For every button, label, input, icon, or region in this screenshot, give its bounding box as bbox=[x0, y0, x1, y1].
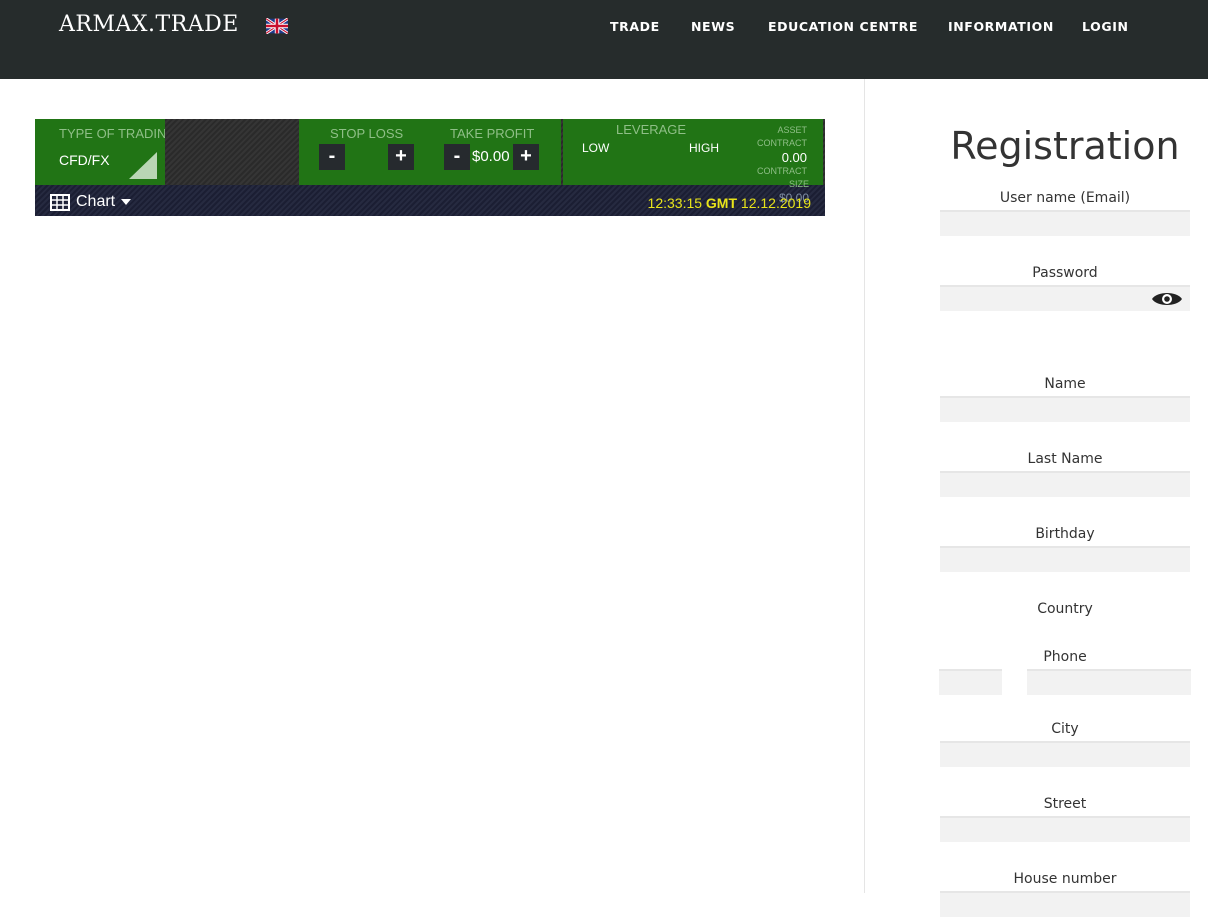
contract-label: CONTRACT bbox=[757, 138, 807, 148]
contract-value: 0.00 bbox=[781, 150, 807, 165]
nav-information[interactable]: INFORMATION bbox=[948, 19, 1054, 34]
take-profit-label: TAKE PROFIT bbox=[450, 126, 535, 141]
last-name-label: Last Name bbox=[1027, 451, 1103, 467]
dropdown-corner-icon bbox=[129, 152, 157, 179]
email-label: User name (Email) bbox=[999, 190, 1131, 206]
contract-size-label: CONTRACT bbox=[757, 166, 807, 176]
uk-flag-icon[interactable] bbox=[266, 18, 288, 34]
type-value: CFD/FX bbox=[59, 152, 110, 168]
street-field[interactable] bbox=[940, 816, 1190, 842]
leverage-low[interactable]: LOW bbox=[582, 141, 609, 155]
divider bbox=[864, 79, 865, 893]
nav-trade[interactable]: TRADE bbox=[610, 19, 660, 34]
caret-down-icon bbox=[121, 199, 132, 205]
date: 12.12.2019 bbox=[740, 195, 811, 211]
timezone: GMT bbox=[705, 195, 738, 211]
chart-menu-button[interactable]: Chart bbox=[50, 193, 132, 211]
widget-bottom-bar: SIZE $0.00 Chart 12:33:15 GMT 12.12.2019 bbox=[35, 179, 825, 216]
take-profit-minus-button[interactable]: - bbox=[444, 144, 470, 170]
asset-label: ASSET bbox=[777, 125, 807, 135]
show-password-eye-icon[interactable] bbox=[1151, 290, 1183, 308]
house-number-field[interactable] bbox=[940, 891, 1190, 917]
type-label: TYPE OF TRADIN bbox=[59, 126, 165, 141]
time: 12:33:15 bbox=[647, 195, 703, 211]
trading-type-select[interactable]: TYPE OF TRADIN CFD/FX bbox=[35, 119, 165, 185]
nav-education-centre[interactable]: EDUCATION CENTRE bbox=[768, 19, 918, 34]
birthday-field[interactable] bbox=[940, 546, 1190, 572]
leverage-label: LEVERAGE bbox=[616, 122, 687, 137]
name-field[interactable] bbox=[940, 396, 1190, 422]
stop-loss-label: STOP LOSS bbox=[330, 126, 404, 141]
phone-code-field[interactable] bbox=[939, 669, 1002, 695]
phone-field[interactable] bbox=[1027, 669, 1191, 695]
registration-title: Registration bbox=[950, 124, 1180, 168]
name-label: Name bbox=[1044, 376, 1086, 392]
phone-label: Phone bbox=[1043, 649, 1087, 665]
leverage-panel: LEVERAGE LOW HIGH ASSET CONTRACT 0.00 CO… bbox=[563, 119, 823, 185]
password-label: Password bbox=[1032, 265, 1098, 281]
birthday-label: Birthday bbox=[1035, 526, 1095, 542]
stop-take-panel: STOP LOSS - + TAKE PROFIT - $0.00 + bbox=[299, 119, 561, 185]
country-label: Country bbox=[1037, 601, 1093, 617]
take-profit-value: $0.00 bbox=[472, 148, 510, 165]
street-label: Street bbox=[1043, 796, 1087, 812]
city-field[interactable] bbox=[940, 741, 1190, 767]
top-bar: ARMAX.TRADE TRADE NEWS EDUCATION CENTRE … bbox=[0, 0, 1208, 79]
nav-news[interactable]: NEWS bbox=[691, 19, 735, 34]
table-icon bbox=[50, 193, 70, 211]
trading-widget: TYPE OF TRADIN CFD/FX STOP LOSS - + TAKE… bbox=[35, 119, 825, 216]
city-label: City bbox=[1051, 721, 1079, 737]
chart-label: Chart bbox=[76, 193, 116, 210]
last-name-field[interactable] bbox=[940, 471, 1190, 497]
clock: 12:33:15 GMT 12.12.2019 bbox=[648, 195, 811, 211]
house-number-label: House number bbox=[1013, 871, 1117, 887]
leverage-high[interactable]: HIGH bbox=[689, 141, 719, 155]
size-label: SIZE bbox=[788, 179, 809, 189]
logo[interactable]: ARMAX.TRADE bbox=[59, 12, 239, 37]
stop-loss-minus-button[interactable]: - bbox=[319, 144, 345, 170]
nav-login[interactable]: LOGIN bbox=[1082, 19, 1129, 34]
stop-loss-plus-button[interactable]: + bbox=[388, 144, 414, 170]
take-profit-plus-button[interactable]: + bbox=[513, 144, 539, 170]
email-field[interactable] bbox=[940, 210, 1190, 236]
